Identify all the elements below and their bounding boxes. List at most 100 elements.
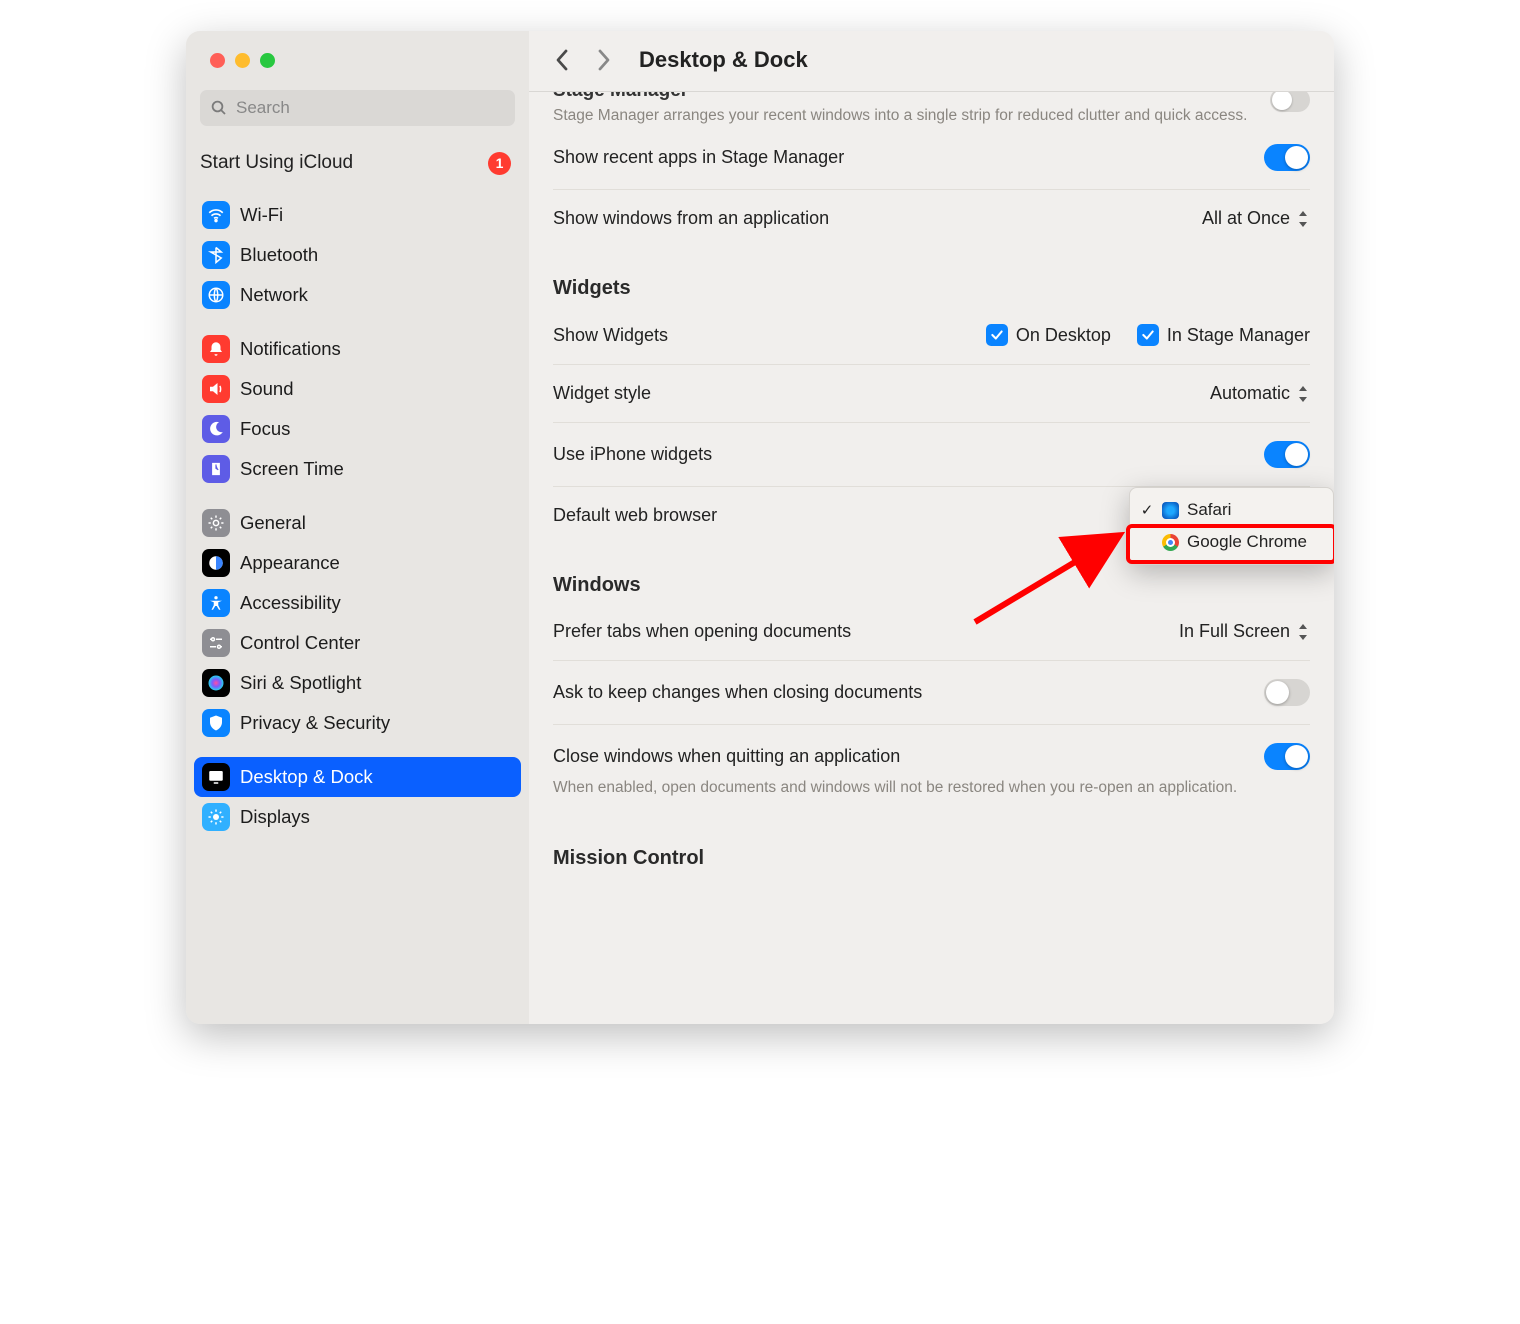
sidebar-item-label: General bbox=[240, 512, 306, 534]
show-widgets-label: Show Widgets bbox=[553, 325, 668, 346]
icloud-badge: 1 bbox=[488, 152, 511, 175]
stage-manager-desc: Stage Manager arranges your recent windo… bbox=[553, 106, 1310, 127]
sidebar-item-wi-fi[interactable]: Wi-Fi bbox=[194, 195, 521, 235]
sidebar-item-label: Wi-Fi bbox=[240, 204, 283, 226]
in-stage-checkbox[interactable]: In Stage Manager bbox=[1137, 324, 1310, 346]
stage-manager-toggle[interactable] bbox=[1270, 92, 1310, 112]
show-recent-label: Show recent apps in Stage Manager bbox=[553, 147, 844, 168]
nav-forward-button[interactable] bbox=[591, 47, 617, 73]
sidebar-item-label: Sound bbox=[240, 378, 294, 400]
browser-dropdown-menu: ✓ Safari Google Chrome bbox=[1129, 487, 1334, 565]
system-settings-window: Start Using iCloud 1 Wi-Fi Bluetooth Netwo… bbox=[186, 31, 1334, 1024]
browser-option-label: Google Chrome bbox=[1187, 532, 1307, 552]
content: Stage Manager Stage Manager arranges you… bbox=[529, 92, 1334, 1024]
desktop-icon bbox=[202, 763, 230, 791]
show-widgets-row: Show Widgets On Desktop In Stage Manager bbox=[553, 306, 1310, 364]
sidebar-item-screen-time[interactable]: Screen Time bbox=[194, 449, 521, 489]
screentime-icon bbox=[202, 455, 230, 483]
checkbox-checked-icon bbox=[1137, 324, 1159, 346]
chevron-updown-icon bbox=[1296, 623, 1310, 641]
sidebar-item-siri-spotlight[interactable]: Siri & Spotlight bbox=[194, 663, 521, 703]
sidebar-item-notifications[interactable]: Notifications bbox=[194, 329, 521, 369]
iphone-widgets-toggle[interactable] bbox=[1264, 441, 1310, 468]
browser-option-safari[interactable]: ✓ Safari bbox=[1130, 494, 1333, 526]
sidebar-item-appearance[interactable]: Appearance bbox=[194, 543, 521, 583]
sidebar-item-label: Appearance bbox=[240, 552, 340, 574]
nav-back-button[interactable] bbox=[549, 47, 575, 73]
sound-icon bbox=[202, 375, 230, 403]
show-windows-row: Show windows from an application All at … bbox=[553, 189, 1310, 247]
chevron-updown-icon bbox=[1296, 210, 1310, 228]
sidebar-item-label: Desktop & Dock bbox=[240, 766, 373, 788]
notifications-icon bbox=[202, 335, 230, 363]
show-windows-value: All at Once bbox=[1202, 208, 1290, 229]
close-windows-toggle[interactable] bbox=[1264, 743, 1310, 770]
browser-option-label: Safari bbox=[1187, 500, 1231, 520]
show-recent-toggle[interactable] bbox=[1264, 144, 1310, 171]
widget-style-row: Widget style Automatic bbox=[553, 364, 1310, 422]
sidebar-item-focus[interactable]: Focus bbox=[194, 409, 521, 449]
chrome-icon bbox=[1162, 534, 1179, 551]
widgets-title: Widgets bbox=[553, 247, 1310, 306]
sidebar-item-label: Focus bbox=[240, 418, 290, 440]
close-window-button[interactable] bbox=[210, 53, 225, 68]
widget-style-value: Automatic bbox=[1210, 383, 1290, 404]
close-windows-desc: When enabled, open documents and windows… bbox=[553, 778, 1310, 799]
widget-style-label: Widget style bbox=[553, 383, 651, 404]
controlcenter-icon bbox=[202, 629, 230, 657]
sidebar-item-privacy-security[interactable]: Privacy & Security bbox=[194, 703, 521, 743]
traffic-lights bbox=[186, 31, 529, 68]
sidebar-item-network[interactable]: Network bbox=[194, 275, 521, 315]
privacy-icon bbox=[202, 709, 230, 737]
prefer-tabs-row: Prefer tabs when opening documents In Fu… bbox=[553, 603, 1310, 660]
siri-icon bbox=[202, 669, 230, 697]
zoom-window-button[interactable] bbox=[260, 53, 275, 68]
sidebar-item-control-center[interactable]: Control Center bbox=[194, 623, 521, 663]
sidebar-item-label: Siri & Spotlight bbox=[240, 672, 361, 694]
show-windows-select[interactable]: All at Once bbox=[1202, 208, 1310, 229]
wifi-icon bbox=[202, 201, 230, 229]
sidebar-item-desktop-dock[interactable]: Desktop & Dock bbox=[194, 757, 521, 797]
stage-manager-title: Stage Manager bbox=[553, 92, 1310, 102]
sidebar-item-bluetooth[interactable]: Bluetooth bbox=[194, 235, 521, 275]
sidebar-item-accessibility[interactable]: Accessibility bbox=[194, 583, 521, 623]
sidebar-item-label: Notifications bbox=[240, 338, 341, 360]
minimize-window-button[interactable] bbox=[235, 53, 250, 68]
on-desktop-checkbox[interactable]: On Desktop bbox=[986, 324, 1111, 346]
sidebar-item-general[interactable]: General bbox=[194, 503, 521, 543]
checkmark-icon: ✓ bbox=[1140, 501, 1154, 519]
appearance-icon bbox=[202, 549, 230, 577]
prefer-tabs-select[interactable]: In Full Screen bbox=[1179, 621, 1310, 642]
search-input[interactable] bbox=[200, 90, 515, 126]
show-windows-label: Show windows from an application bbox=[553, 208, 829, 229]
prefer-tabs-label: Prefer tabs when opening documents bbox=[553, 621, 851, 642]
sidebar-item-displays[interactable]: Displays bbox=[194, 797, 521, 837]
sidebar-item-label: Displays bbox=[240, 806, 310, 828]
on-desktop-label: On Desktop bbox=[1016, 325, 1111, 346]
icloud-promo[interactable]: Start Using iCloud 1 bbox=[186, 138, 529, 189]
accessibility-icon bbox=[202, 589, 230, 617]
network-icon bbox=[202, 281, 230, 309]
close-windows-label: Close windows when quitting an applicati… bbox=[553, 746, 900, 767]
chevron-updown-icon bbox=[1296, 385, 1310, 403]
sidebar-list: Wi-Fi Bluetooth Network Notifications Sound F… bbox=[186, 189, 529, 843]
iphone-widgets-row: Use iPhone widgets bbox=[553, 422, 1310, 486]
search-container bbox=[200, 90, 515, 126]
focus-icon bbox=[202, 415, 230, 443]
browser-option-chrome[interactable]: Google Chrome bbox=[1130, 526, 1333, 558]
mission-control-title: Mission Control bbox=[553, 817, 1310, 870]
default-browser-row: Default web browser ✓ Safari Google Chro… bbox=[553, 486, 1310, 544]
main-panel: Desktop & Dock Stage Manager Stage Manag… bbox=[529, 31, 1334, 1024]
in-stage-label: In Stage Manager bbox=[1167, 325, 1310, 346]
prefer-tabs-value: In Full Screen bbox=[1179, 621, 1290, 642]
iphone-widgets-label: Use iPhone widgets bbox=[553, 444, 712, 465]
sidebar-item-label: Network bbox=[240, 284, 308, 306]
icloud-label: Start Using iCloud bbox=[200, 152, 353, 174]
sidebar-item-label: Control Center bbox=[240, 632, 360, 654]
show-widgets-group: On Desktop In Stage Manager bbox=[986, 324, 1310, 346]
checkbox-checked-icon bbox=[986, 324, 1008, 346]
widget-style-select[interactable]: Automatic bbox=[1210, 383, 1310, 404]
close-windows-row: Close windows when quitting an applicati… bbox=[553, 724, 1310, 817]
sidebar-item-sound[interactable]: Sound bbox=[194, 369, 521, 409]
ask-changes-toggle[interactable] bbox=[1264, 679, 1310, 706]
